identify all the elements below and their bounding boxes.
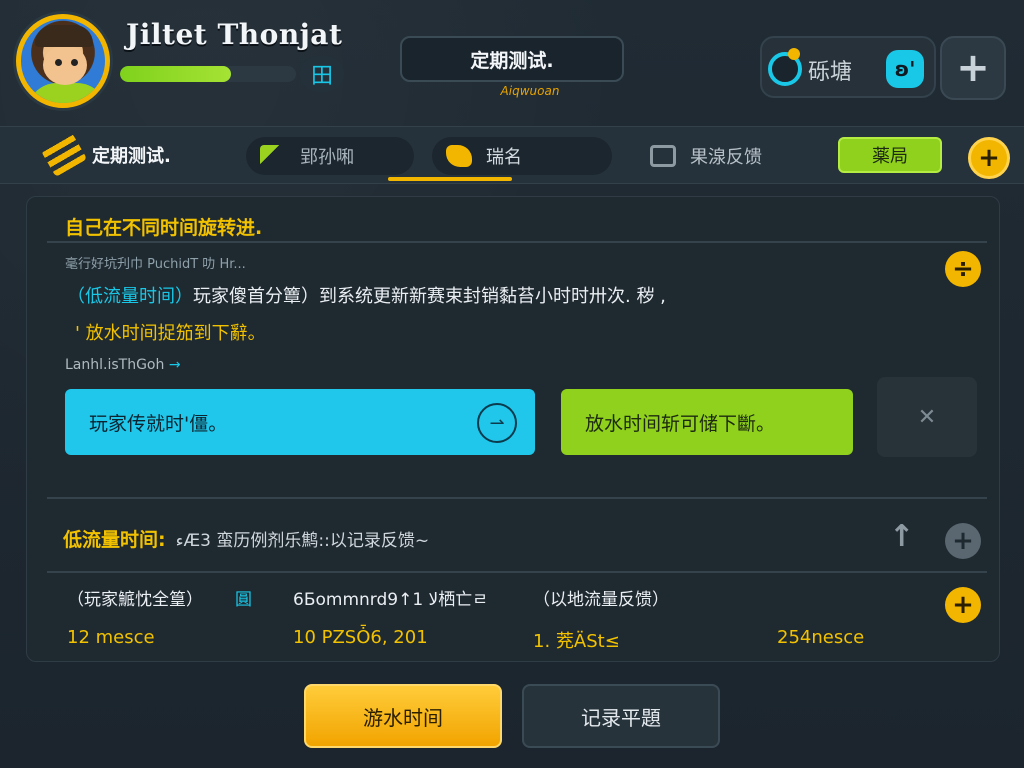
grid-button[interactable]: 田 [300, 56, 344, 92]
mode-subtitle: Aiqwuoan [500, 84, 560, 98]
coin-icon [768, 48, 802, 86]
currency-panel[interactable]: 砾塘 ʚ' [760, 36, 936, 98]
play-button[interactable]: 游水时间 [304, 684, 502, 748]
start-player-label: 玩家传就时'僵。 [89, 412, 228, 435]
tab-bar: 定期测试. 郢孙啝 瑞名 果湶反馈 薬局 + [0, 126, 1024, 184]
quest-title: 自己在不同时间旋转进. [65, 217, 263, 239]
tab-3-label: 果湶反馈 [690, 147, 762, 168]
tab-1-label: 郢孙啝 [300, 147, 354, 168]
divider [47, 571, 987, 573]
avatar-eye [55, 59, 62, 66]
active-tab-underline [388, 177, 512, 181]
quest-description-2: ' 放水时间捉笳到下辭。 [75, 323, 266, 344]
tab-2[interactable]: 瑞名 [432, 137, 612, 175]
quest-panel: 自己在不同时间旋转进. 毫行好坑刋巾 PuchidT 叻 Hr... ÷ （低流… [26, 196, 1000, 662]
table-cell: 1. 茺ÄSt≤ [533, 631, 620, 652]
player-name: Jiltet Thonjat [126, 18, 343, 51]
add-row-button[interactable]: + [945, 587, 981, 623]
tab-3[interactable]: 果湶反馈 [636, 137, 812, 175]
grid-icon: 田 [310, 64, 333, 89]
avatar-eye [71, 59, 78, 66]
table-cell: 12 mesc‍e [67, 627, 155, 648]
column-header: 6Бommnrd9↑1 ﻻ栖亡ㄹ [293, 590, 488, 610]
arrow-right-icon: → [168, 357, 181, 373]
tab-1[interactable]: 郢孙啝 [246, 137, 414, 175]
add-currency-button[interactable]: + [940, 36, 1006, 100]
currency-label: 砾塘 [808, 60, 853, 85]
close-icon: ✕ [917, 404, 937, 430]
stripes-icon [40, 133, 88, 177]
quest-description-text: 玩家傻首分簟）到系统更新新赛束封销黏苔小时时卅次. 秽 , [193, 286, 666, 307]
table-cell: 10 PZSȰ6, 201 [293, 627, 428, 648]
xp-bar-fill [120, 66, 231, 82]
quest-link-text: Lanhl.isThGoh [65, 357, 165, 373]
add-tab-button[interactable]: + [968, 137, 1010, 179]
tab-home[interactable]: 定期测试. [40, 133, 171, 177]
player-avatar[interactable] [16, 14, 110, 108]
mode-title-box: 定期测试. [400, 36, 624, 82]
divider [47, 497, 987, 499]
records-title-rest: ءÆ3 蛮历例剂乐鹪::以记录反馈~ [175, 531, 430, 551]
top-header: Jiltet Thonjat 田 定期测试. Aiqwuoan 砾塘 ʚ' + [0, 0, 1024, 118]
avatar-shirt [27, 83, 105, 103]
badge-icon [446, 145, 472, 167]
monitor-icon [650, 145, 676, 167]
records-title: 低流量时间: ءÆ3 蛮历例剂乐鹪::以记录反馈~ [63, 525, 429, 552]
xp-bar [120, 66, 296, 82]
start-player-button[interactable]: 玩家传就时'僵。 ⇀ [65, 389, 535, 455]
arrow-up-icon[interactable]: ↑ [889, 519, 914, 554]
quest-link[interactable]: Lanhl.isThGoh → [65, 357, 181, 373]
records-title-label: 低流量时间: [63, 529, 166, 551]
quest-subtitle: 毫行好坑刋巾 PuchidT 叻 Hr... [65, 257, 246, 272]
release-water-label: 放水时间斩可储下斷。 [585, 412, 776, 435]
quest-description-highlight: （低流量时间） [67, 286, 193, 307]
table-cell: 254nesce [777, 627, 865, 648]
column-header: （玩家鯳忱全篁） [67, 590, 203, 610]
column-extra-icon: 圓 [235, 590, 252, 610]
add-record-button[interactable]: + [945, 523, 981, 559]
quest-description: （低流量时间）玩家傻首分簟）到系统更新新赛束封销黏苔小时时卅次. 秽 , [67, 283, 827, 310]
avatar-face [43, 45, 87, 85]
leaf-icon [260, 145, 286, 167]
release-water-button[interactable]: 放水时间斩可储下斷。 [561, 389, 853, 455]
record-button[interactable]: 记录平題 [522, 684, 720, 748]
go-icon: ⇀ [477, 403, 517, 443]
divide-button[interactable]: ÷ [945, 251, 981, 287]
tab-2-label: 瑞名 [486, 147, 522, 168]
confirm-button[interactable]: 薬局 [838, 137, 942, 173]
avatar-hair [35, 25, 93, 47]
divider [47, 241, 987, 243]
pet-icon[interactable]: ʚ' [886, 50, 924, 88]
close-button[interactable]: ✕ [877, 377, 977, 457]
tab-home-label: 定期测试. [92, 146, 171, 167]
column-header: （以地流量反馈） [533, 590, 669, 610]
